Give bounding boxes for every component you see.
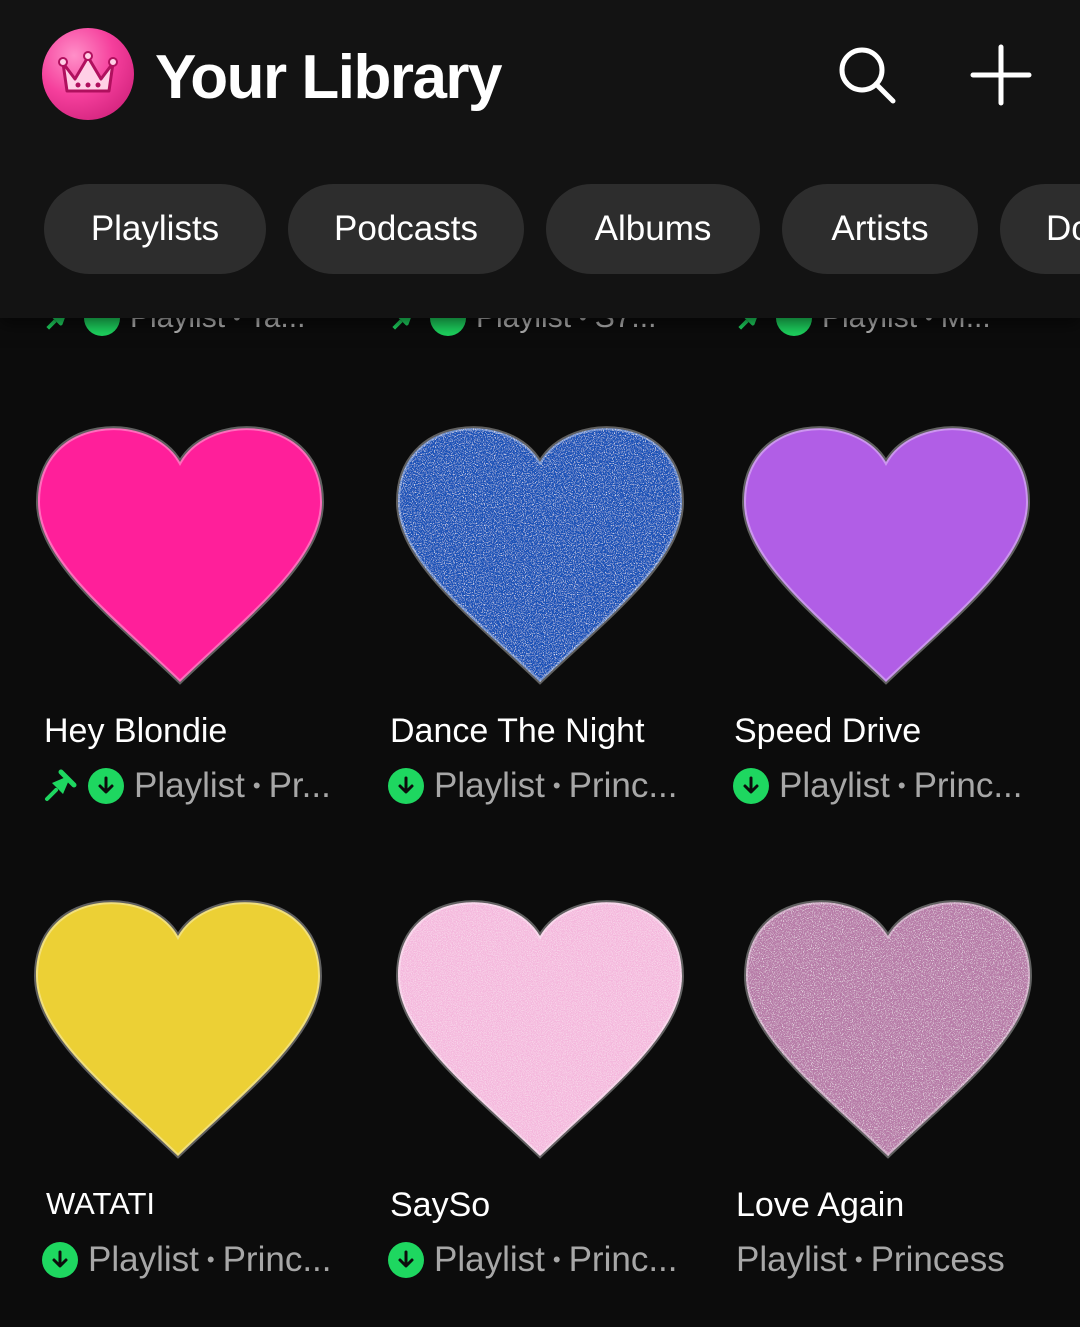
filter-chip-albums[interactable]: Albums bbox=[546, 184, 760, 274]
playlist-type: Playlist bbox=[736, 1240, 847, 1279]
heart-cover-art bbox=[741, 426, 1031, 685]
playlist-title: Speed Drive bbox=[734, 712, 922, 750]
plus-icon bbox=[970, 44, 1032, 106]
playlist-cover bbox=[28, 884, 328, 1164]
playlist-owner: Princ... bbox=[913, 766, 1023, 805]
playlist-owner: Princ... bbox=[568, 1240, 678, 1279]
add-button[interactable] bbox=[966, 40, 1036, 110]
playlist-title: Hey Blondie bbox=[44, 712, 228, 750]
playlist-type: Playlist bbox=[134, 766, 245, 805]
search-button[interactable] bbox=[832, 40, 902, 110]
filter-chip-artists[interactable]: Artists bbox=[782, 184, 978, 274]
playlist-type: Playlist bbox=[88, 1240, 199, 1279]
filter-chips: Playlists Podcasts Albums Artists Do bbox=[0, 184, 1080, 274]
heart-cover-art bbox=[395, 426, 685, 685]
download-icon bbox=[88, 768, 124, 804]
crown-icon bbox=[58, 51, 118, 93]
download-icon bbox=[42, 1242, 78, 1278]
playlist-subtitle: Playlist • Princess bbox=[736, 1240, 1005, 1280]
separator-dot: • bbox=[252, 773, 261, 798]
separator-dot: • bbox=[854, 1247, 863, 1272]
playlist-type: Playlist bbox=[434, 1240, 545, 1279]
page-title: Your Library bbox=[155, 43, 503, 112]
playlist-title: Dance The Night bbox=[390, 712, 645, 750]
heart-cover-art bbox=[33, 900, 323, 1159]
playlist-owner: Princ... bbox=[568, 766, 678, 805]
filter-chip-playlists[interactable]: Playlists bbox=[44, 184, 266, 274]
heart-cover-art bbox=[395, 900, 685, 1159]
playlist-owner: Pr... bbox=[268, 766, 331, 805]
playlist-cover bbox=[390, 410, 690, 690]
playlist-title: SaySo bbox=[390, 1186, 491, 1224]
playlist-cover bbox=[30, 410, 330, 690]
playlist-subtitle: Playlist • Princ... bbox=[388, 766, 678, 806]
heart-cover-art bbox=[743, 900, 1033, 1159]
download-icon bbox=[733, 768, 769, 804]
playlist-owner: Princ... bbox=[222, 1240, 332, 1279]
heart-cover-art bbox=[35, 426, 325, 685]
separator-dot: • bbox=[897, 773, 906, 798]
separator-dot: • bbox=[206, 1247, 215, 1272]
separator-dot: • bbox=[552, 773, 561, 798]
playlist-subtitle: Playlist • Pr... bbox=[42, 766, 331, 806]
playlist-subtitle: Playlist • Princ... bbox=[733, 766, 1023, 806]
playlist-subtitle: Playlist • Princ... bbox=[388, 1240, 678, 1280]
library-header: Your Library Playlists Podcasts Albums A… bbox=[0, 0, 1080, 318]
download-icon bbox=[388, 768, 424, 804]
separator-dot: • bbox=[552, 1247, 561, 1272]
playlist-cover bbox=[390, 884, 690, 1164]
playlist-cover bbox=[738, 884, 1038, 1164]
playlist-owner: Princess bbox=[870, 1240, 1005, 1279]
download-icon bbox=[388, 1242, 424, 1278]
playlist-type: Playlist bbox=[434, 766, 545, 805]
profile-avatar[interactable] bbox=[42, 28, 134, 120]
filter-chip-podcasts[interactable]: Podcasts bbox=[288, 184, 524, 274]
pin-icon bbox=[45, 769, 77, 801]
filter-chip-downloaded[interactable]: Do bbox=[1000, 184, 1080, 274]
playlist-type: Playlist bbox=[779, 766, 890, 805]
playlist-title: WATATI bbox=[46, 1186, 156, 1221]
playlist-title: Love Again bbox=[736, 1186, 905, 1224]
playlist-cover bbox=[736, 410, 1036, 690]
search-icon bbox=[839, 47, 896, 104]
playlist-subtitle: Playlist • Princ... bbox=[42, 1240, 332, 1280]
